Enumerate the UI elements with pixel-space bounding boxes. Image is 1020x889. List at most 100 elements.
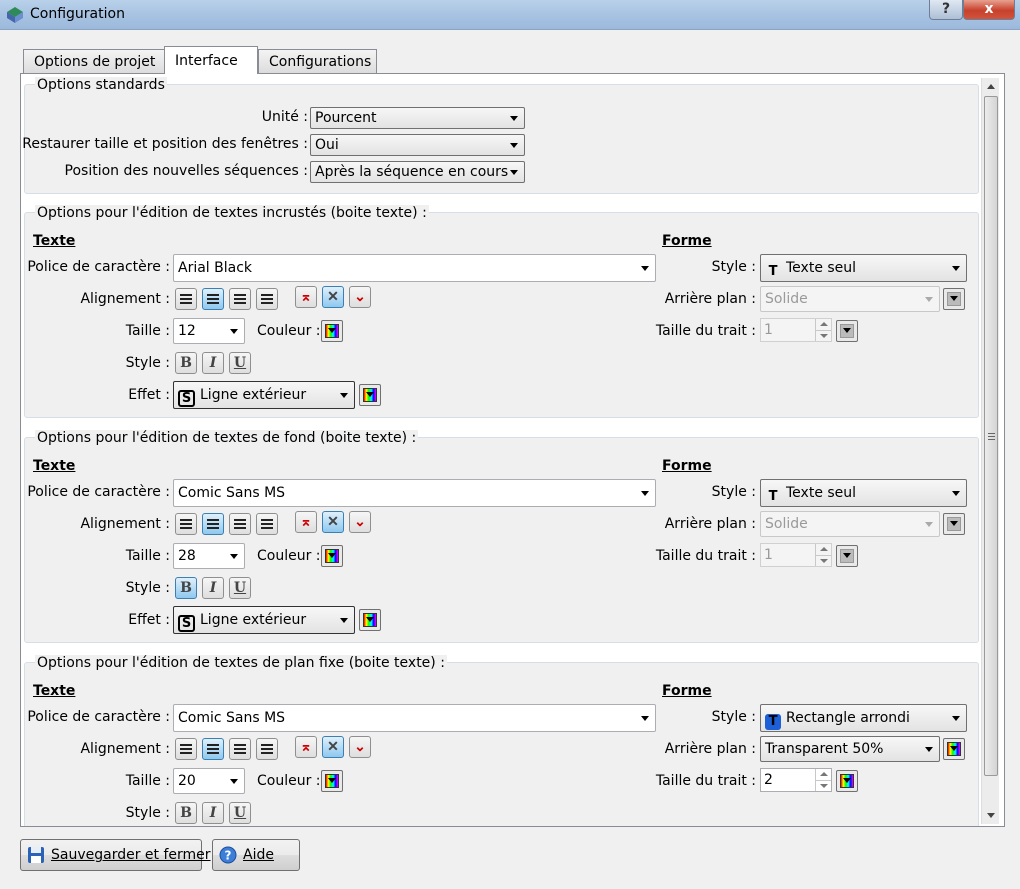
color-picker-button[interactable] [321, 770, 343, 792]
underline-button[interactable]: U [229, 352, 251, 374]
stroke-spinbox[interactable]: 1 [760, 318, 832, 342]
valign-top-icon: ⌅ [300, 514, 312, 530]
tab-configurations[interactable]: Configurations [258, 49, 377, 73]
align-center-button[interactable] [202, 738, 224, 760]
valign-top-icon: ⌅ [300, 289, 312, 305]
spin-up-icon[interactable] [815, 544, 831, 555]
unit-select[interactable]: Pourcent [310, 107, 525, 129]
vertical-scrollbar[interactable] [981, 78, 999, 824]
size-select[interactable]: 20 [173, 768, 245, 794]
effect-color-button[interactable] [359, 609, 381, 631]
align-justify-button[interactable] [229, 513, 251, 535]
valign-top-button[interactable]: ⌅ [295, 511, 317, 533]
font-select[interactable]: Comic Sans MS [173, 704, 656, 732]
underline-button[interactable]: U [229, 802, 251, 824]
stroke-color-button[interactable] [836, 320, 858, 342]
valign-middle-icon: ✕ [327, 739, 339, 755]
spin-down-icon[interactable] [815, 330, 831, 341]
valign-middle-button[interactable]: ✕ [322, 286, 344, 308]
align-left-button[interactable] [175, 288, 197, 310]
align-right-button[interactable] [256, 738, 278, 760]
background-select[interactable]: Solide [760, 286, 940, 312]
align-justify-button[interactable] [229, 288, 251, 310]
spin-up-icon[interactable] [815, 769, 831, 780]
help-button[interactable]: ? Aide [212, 839, 300, 871]
valign-bottom-button[interactable]: ⌄ [349, 286, 371, 308]
valign-middle-icon: ✕ [327, 289, 339, 305]
stroke-color-button[interactable] [836, 770, 858, 792]
shape-style-label: Style : [711, 259, 756, 275]
shape-style-select[interactable]: T Rectangle arrondi [760, 704, 967, 732]
font-select[interactable]: Arial Black [173, 254, 656, 282]
window-close-button[interactable]: x [963, 0, 1015, 20]
valign-top-button[interactable]: ⌅ [295, 736, 317, 758]
background-select[interactable]: Transparent 50% [760, 736, 940, 762]
position-select[interactable]: Après la séquence en cours [310, 161, 525, 183]
window-help-button[interactable]: ? [929, 0, 963, 20]
spin-down-icon[interactable] [815, 780, 831, 791]
align-justify-icon [234, 294, 246, 305]
scroll-down-icon[interactable] [987, 813, 995, 818]
align-left-button[interactable] [175, 513, 197, 535]
size-select[interactable]: 28 [173, 543, 245, 569]
shape-style-label: Style : [711, 709, 756, 725]
chevron-down-icon [510, 170, 518, 175]
effect-label: Effet : [128, 387, 170, 403]
color-picker-button[interactable] [321, 320, 343, 342]
italic-icon: I [209, 355, 217, 371]
spin-down-icon[interactable] [815, 555, 831, 566]
size-select[interactable]: 12 [173, 318, 245, 344]
effect-color-button[interactable] [359, 384, 381, 406]
tab-options-de-projet[interactable]: Options de projet [23, 49, 165, 73]
scroll-thumb[interactable] [984, 96, 998, 776]
color-picker-button[interactable] [321, 545, 343, 567]
bold-button[interactable]: B [175, 802, 197, 824]
stroke-color-button[interactable] [836, 545, 858, 567]
valign-bottom-button[interactable]: ⌄ [349, 736, 371, 758]
chevron-down-icon [950, 746, 958, 751]
shape-style-select[interactable]: T Texte seul [760, 254, 967, 282]
italic-button[interactable]: I [202, 352, 224, 374]
bold-button[interactable]: B [175, 577, 197, 599]
italic-button[interactable]: I [202, 802, 224, 824]
align-left-button[interactable] [175, 738, 197, 760]
align-justify-button[interactable] [229, 738, 251, 760]
effect-select[interactable]: S Ligne extérieur [173, 381, 355, 409]
group-title: Options pour l'édition de textes incrust… [35, 205, 429, 221]
chevron-down-icon [510, 116, 518, 121]
background-color-button[interactable] [943, 738, 965, 760]
align-center-button[interactable] [202, 288, 224, 310]
align-right-button[interactable] [256, 513, 278, 535]
background-color-button[interactable] [943, 288, 965, 310]
tab-interface[interactable]: Interface [164, 46, 258, 74]
chevron-down-icon [641, 491, 649, 496]
align-center-button[interactable] [202, 513, 224, 535]
align-center-icon [207, 519, 219, 530]
chevron-down-icon [366, 617, 374, 622]
effect-select[interactable]: S Ligne extérieur [173, 606, 355, 634]
restore-select[interactable]: Oui [310, 134, 525, 156]
align-right-button[interactable] [256, 288, 278, 310]
valign-middle-button[interactable]: ✕ [322, 511, 344, 533]
underline-icon: U [233, 805, 247, 821]
background-select[interactable]: Solide [760, 511, 940, 537]
font-select[interactable]: Comic Sans MS [173, 479, 656, 507]
scroll-up-icon[interactable] [987, 84, 995, 89]
floppy-icon [28, 847, 44, 863]
stroke-spinbox[interactable]: 2 [760, 768, 832, 792]
chevron-down-icon [340, 618, 348, 623]
background-color-button[interactable] [943, 513, 965, 535]
chevron-down-icon [328, 553, 336, 558]
forme-header: Forme [662, 458, 712, 474]
save-and-close-button[interactable]: Sauvegarder et fermer [20, 839, 211, 871]
italic-button[interactable]: I [202, 577, 224, 599]
shape-style-select[interactable]: T Texte seul [760, 479, 967, 507]
valign-middle-button[interactable]: ✕ [322, 736, 344, 758]
align-right-icon [261, 744, 273, 755]
underline-button[interactable]: U [229, 577, 251, 599]
bold-button[interactable]: B [175, 352, 197, 374]
spin-up-icon[interactable] [815, 319, 831, 330]
valign-top-button[interactable]: ⌅ [295, 286, 317, 308]
stroke-spinbox[interactable]: 1 [760, 543, 832, 567]
valign-bottom-button[interactable]: ⌄ [349, 511, 371, 533]
